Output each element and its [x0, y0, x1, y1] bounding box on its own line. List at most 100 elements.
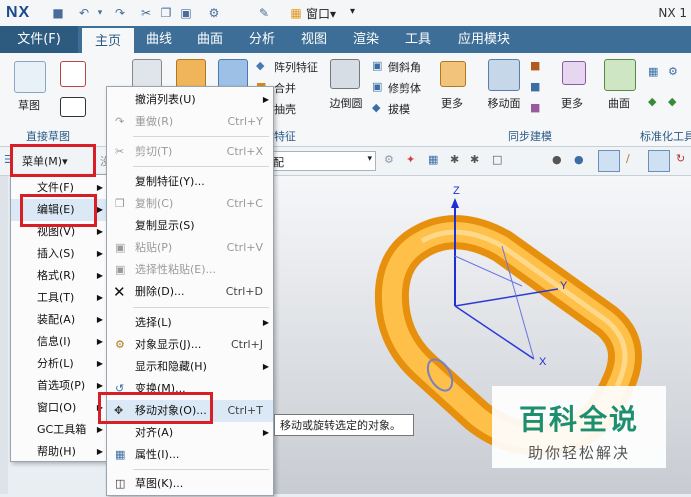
copy-menu-icon: ❐: [115, 197, 125, 210]
offset-region-icon[interactable]: ■: [530, 59, 540, 72]
more-sync-icon[interactable]: [562, 61, 586, 85]
std-tool-icon-4[interactable]: ◆: [668, 95, 676, 108]
ribbon-tab-bar: 文件(F) 主页 曲线 曲面 分析 视图 渲染 工具 应用模块: [0, 26, 691, 53]
surface-icon[interactable]: [604, 59, 636, 91]
snap-icon-4[interactable]: ✱: [450, 153, 459, 166]
menu-item-analysis[interactable]: 分析(L) ▶: [11, 353, 107, 375]
more-features-icon[interactable]: [440, 61, 466, 87]
sketch-icon[interactable]: [14, 61, 46, 93]
end-snap-icon[interactable]: [648, 150, 670, 172]
undo-icon[interactable]: ↶: [76, 5, 92, 21]
tab-file[interactable]: 文件(F): [0, 26, 78, 53]
std-tool-icon-1[interactable]: ▦: [648, 65, 658, 78]
menu-item-preferences[interactable]: 首选项(P) ▶: [11, 375, 107, 397]
qat-customize[interactable]: ▾: [350, 6, 355, 17]
shell-label[interactable]: 抽壳: [274, 101, 296, 117]
edit-copy-display[interactable]: 复制显示(S): [107, 215, 273, 237]
window-icon[interactable]: ▦: [288, 5, 304, 21]
menu-item-information[interactable]: 信息(I) ▶: [11, 331, 107, 353]
edit-selection[interactable]: 选择(L) ▶: [107, 312, 273, 334]
snap-icon-1[interactable]: ⚙: [384, 153, 394, 166]
selection-scope-dropdown[interactable]: 配 ▾: [270, 151, 376, 171]
tab-view[interactable]: 视图: [292, 26, 336, 53]
render-icon-1[interactable]: ●: [552, 153, 562, 166]
edit-paste[interactable]: ▣ 粘贴(P) Ctrl+V: [107, 237, 273, 259]
edit-show-hide[interactable]: 显示和隐藏(H) ▶: [107, 356, 273, 378]
menu-item-insert[interactable]: 插入(S) ▶: [11, 243, 107, 265]
redo-icon[interactable]: ↷: [112, 5, 128, 21]
std-tool-icon-3[interactable]: ◆: [648, 95, 656, 108]
render-icon-2[interactable]: ●: [574, 153, 584, 166]
repeat-command-icon[interactable]: ⚙: [206, 5, 222, 21]
sketch-button-label[interactable]: 草图: [10, 97, 48, 113]
tab-tools[interactable]: 工具: [396, 26, 440, 53]
draft-label[interactable]: 拔模: [388, 101, 410, 117]
undo-dropdown-icon[interactable]: ▾: [92, 5, 108, 21]
menu-item-assemblies[interactable]: 装配(A) ▶: [11, 309, 107, 331]
save-icon[interactable]: ■: [50, 5, 66, 21]
watermark-title: 百科全说: [518, 403, 639, 436]
copy-icon[interactable]: ❐: [158, 5, 174, 21]
surface-label[interactable]: 曲面: [600, 95, 638, 111]
tab-applications[interactable]: 应用模块: [448, 26, 520, 53]
menu-item-gc-toolkit[interactable]: GC工具箱 ▶: [11, 419, 107, 441]
menu-item-tools[interactable]: 工具(T) ▶: [11, 287, 107, 309]
menu-item-format[interactable]: 格式(R) ▶: [11, 265, 107, 287]
window-menu[interactable]: 窗口▾: [306, 5, 336, 22]
arc-snap-icon[interactable]: ↻: [676, 152, 685, 165]
snap-icon-2[interactable]: ✦: [406, 153, 415, 166]
menu-item-window[interactable]: 窗口(O) ▶: [11, 397, 107, 419]
std-tool-icon-2[interactable]: ⚙: [668, 65, 678, 78]
trim-body-label[interactable]: 修剪体: [388, 80, 421, 96]
title-bar: NX ■ ↶ ▾ ↷ ✂ ❐ ▣ ⚙ ✎ ▦ 窗口▾ ▾ NX 1: [0, 0, 691, 27]
combine-label[interactable]: 合并: [274, 80, 296, 96]
menu-divider: [133, 136, 269, 137]
edit-sketch[interactable]: ◫ 草图(K)...: [107, 473, 273, 495]
watermark: 百科全说 助你轻松解决: [492, 386, 666, 468]
snap-icon-5[interactable]: ✱: [470, 153, 479, 166]
more-features-label[interactable]: 更多: [436, 95, 468, 111]
edit-delete[interactable]: ✕ 删除(D)... Ctrl+D: [107, 281, 273, 303]
edit-undo-list[interactable]: 撤消列表(U) ▶: [107, 89, 273, 111]
top-border-toolbar: ☰ 菜单(M)▾ 没 配 ▾ ⚙ ✦ ▦ ✱ ✱ □ ● ● ∕ ↻: [0, 147, 691, 176]
tab-surface[interactable]: 曲面: [188, 26, 232, 53]
y-axis-label: Y: [560, 280, 568, 292]
chamfer-label[interactable]: 倒斜角: [388, 59, 421, 75]
line-snap-icon[interactable]: ∕: [626, 152, 630, 165]
cut-icon[interactable]: ✂: [138, 5, 154, 21]
edit-redo[interactable]: ↷ 重做(R) Ctrl+Y: [107, 111, 273, 133]
edit-align[interactable]: 对齐(A) ▶: [107, 422, 273, 444]
pattern-feature-label[interactable]: 阵列特征: [274, 59, 318, 75]
menu-item-help[interactable]: 帮助(H) ▶: [11, 441, 107, 463]
replace-face-icon[interactable]: ■: [530, 80, 540, 93]
rectangle-icon[interactable]: [60, 97, 86, 117]
move-face-label[interactable]: 移动面: [484, 95, 524, 111]
paste-icon[interactable]: ▣: [178, 5, 194, 21]
ribbon-panel: 草图 直接草图 ◆ 阵列特征 ■ 合并 抽壳 边倒圆 ▣ 倒斜角 ▣ 修剪体 ◆…: [0, 53, 691, 147]
edit-object-display[interactable]: ⚙ 对象显示(J)... Ctrl+J: [107, 334, 273, 356]
curve-icon[interactable]: [60, 61, 86, 87]
menu-divider: [133, 469, 269, 470]
properties-icon: ▦: [115, 448, 126, 461]
edge-blend-label[interactable]: 边倒圆: [326, 95, 366, 111]
edit-copy[interactable]: ❐ 复制(C) Ctrl+C: [107, 193, 273, 215]
z-axis-label: Z: [453, 185, 460, 197]
move-face-icon[interactable]: [488, 59, 520, 91]
tab-home[interactable]: 主页: [82, 26, 134, 53]
highlight-move-object: [98, 392, 213, 424]
touch-mode-icon[interactable]: ✎: [256, 5, 272, 21]
edit-copy-feature[interactable]: 复制特征(Y)...: [107, 171, 273, 193]
tab-curve[interactable]: 曲线: [138, 26, 180, 53]
edit-properties[interactable]: ▦ 属性(I)...: [107, 444, 273, 466]
select-box-icon[interactable]: □: [492, 153, 502, 166]
edit-cut[interactable]: ✂ 剪切(T) Ctrl+X: [107, 141, 273, 163]
window-title: NX 1: [658, 6, 687, 20]
snap-icon-3[interactable]: ▦: [428, 153, 438, 166]
tab-render[interactable]: 渲染: [344, 26, 388, 53]
delete-face-icon[interactable]: ■: [530, 101, 540, 114]
more-sync-label[interactable]: 更多: [556, 95, 588, 111]
edge-blend-icon[interactable]: [330, 59, 360, 89]
edit-paste-special[interactable]: ▣ 选择性粘贴(E)...: [107, 259, 273, 281]
point-snap-icon[interactable]: [598, 150, 620, 172]
tab-analysis[interactable]: 分析: [240, 26, 284, 53]
